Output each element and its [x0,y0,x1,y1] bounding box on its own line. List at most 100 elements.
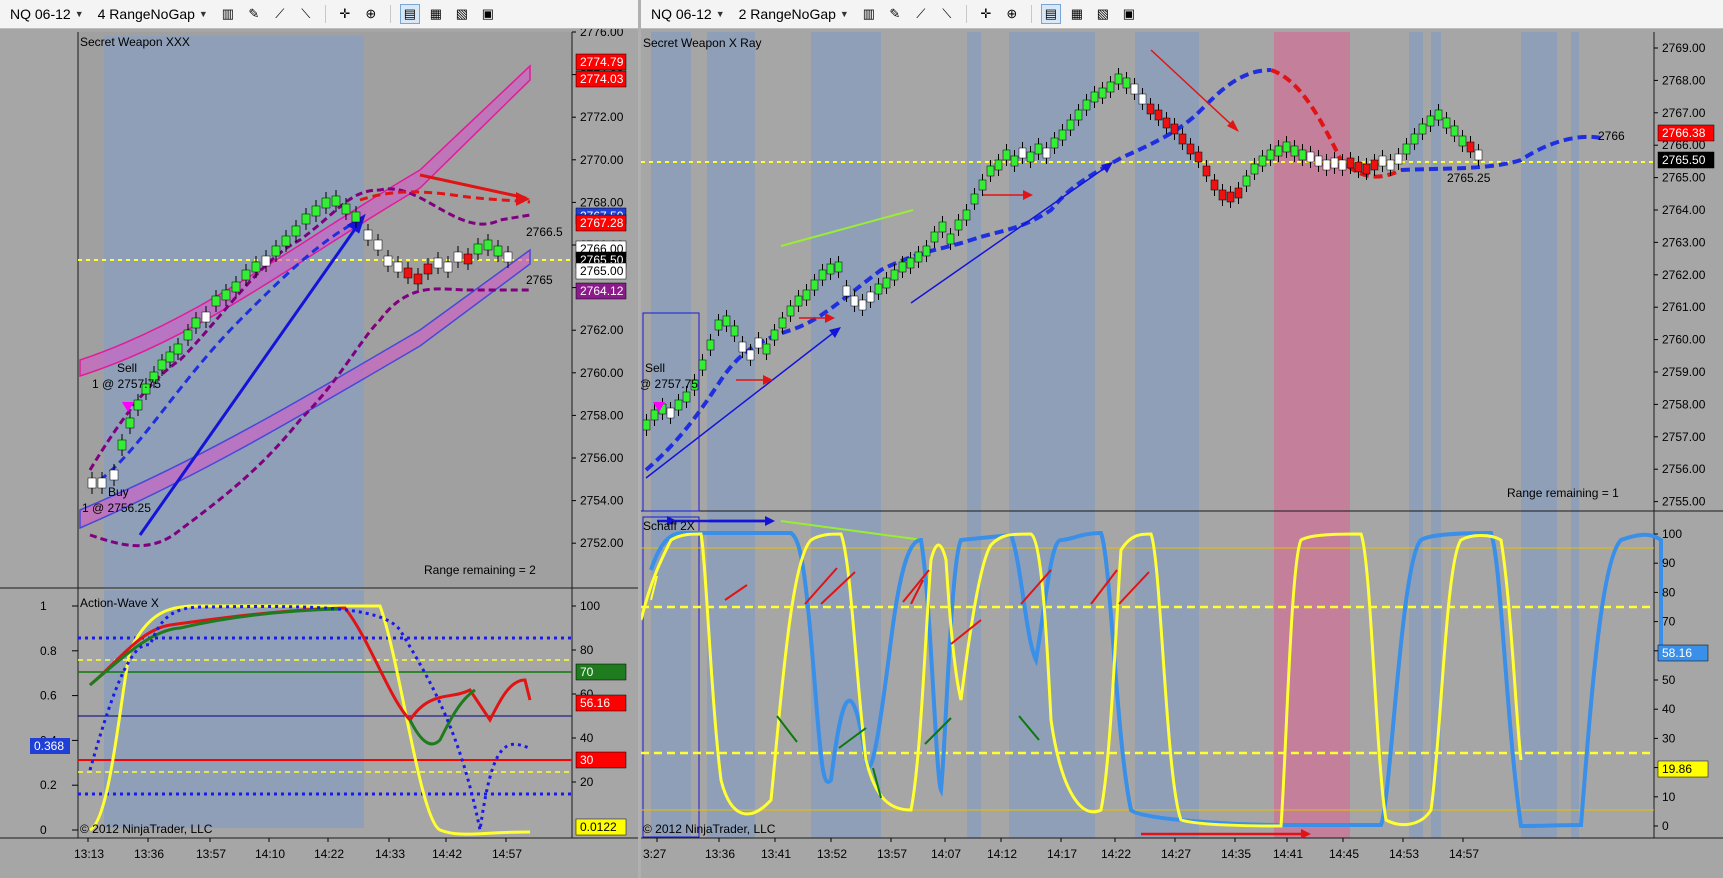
trend-tool-icon[interactable]: ⟋ [911,4,931,24]
candle [291,225,301,237]
price-tick-label: 2754.00 [580,494,624,508]
instrument-selector[interactable]: NQ 06-12 ▼ [6,4,88,24]
candle [874,283,883,295]
strategies-icon[interactable]: ▧ [1093,4,1113,24]
candle [1474,149,1483,161]
price-marker: 70 [580,665,594,679]
instrument-selector[interactable]: NQ 06-12 ▼ [647,4,729,24]
remove-drawing-icon[interactable]: ⟍ [296,4,316,24]
bar-type-icon[interactable]: ▥ [218,4,238,24]
time-label: 14:41 [1273,847,1303,861]
time-label: 14:22 [314,847,344,861]
candle [1306,151,1315,163]
candle [706,339,715,351]
crosshair-icon[interactable]: ✛ [335,4,355,24]
candle [1458,135,1467,147]
properties-icon[interactable]: ▣ [1119,4,1139,24]
candle [826,263,835,275]
indicator-tick-label: 70 [1662,615,1676,629]
time-label: 14:27 [1161,847,1191,861]
chart-canvas-right[interactable]: 2766 2765.25 Sell @ 2757.75 Secret Weapo… [641,29,1723,878]
chart-canvas-left[interactable]: Sell 1 @ 2757.75 Buy 1 @ 2756.25 2766.5 … [0,29,638,878]
time-label: 14:33 [375,847,405,861]
price-tick-label: 2770.00 [580,153,624,167]
indicators-icon[interactable]: ▦ [1067,4,1087,24]
chart-trader-icon[interactable]: ▤ [1040,4,1061,24]
time-label: 14:57 [1449,847,1479,861]
candle [453,251,463,263]
price-tick-label: 2761.00 [1662,300,1706,314]
time-label: 14:12 [987,847,1017,861]
candle [1186,143,1195,155]
toolbar-divider [389,5,391,23]
candle [1234,187,1243,199]
price-axis[interactable]: 2769.002768.002767.002766.002765.002764.… [1654,41,1706,509]
period-selector[interactable]: 2 RangeNoGap ▼ [735,4,853,24]
candle [1226,191,1235,203]
remove-drawing-icon[interactable]: ⟍ [937,4,957,24]
candle [1426,115,1435,127]
range-remaining: Range remaining = 1 [1507,486,1619,500]
drawing-pencil-icon[interactable]: ✎ [885,4,905,24]
candle [125,417,135,429]
last-bar-high: 2766 [1598,129,1625,143]
period-label: 2 RangeNoGap [738,6,836,22]
price-marker: 2765.00 [580,264,624,278]
time-label: 13:13 [74,847,104,861]
sell-order-detail: @ 2757.75 [641,377,698,391]
candle [1210,179,1219,191]
candle [261,255,271,267]
candle [301,213,311,225]
time-label: 14:22 [1101,847,1131,861]
candle [1450,125,1459,137]
candle [666,407,675,419]
candle [786,305,795,317]
properties-icon[interactable]: ▣ [478,4,498,24]
candle [183,329,193,341]
candle [794,295,803,307]
candle [1266,149,1275,161]
candle [403,267,413,279]
time-label: 13:36 [705,847,735,861]
candle [1170,123,1179,135]
bar-type-icon[interactable]: ▥ [859,4,879,24]
zoom-icon[interactable]: ⊕ [361,4,381,24]
crosshair-icon[interactable]: ✛ [976,4,996,24]
candle [173,343,183,355]
candle [834,261,843,273]
candle [818,269,827,281]
candle [503,251,513,263]
candle [341,203,351,215]
price-panel-title: Secret Weapon XXX [80,35,190,49]
candle [1154,109,1163,121]
time-label: 14:42 [432,847,462,861]
candle [109,469,119,481]
strategies-icon[interactable]: ▧ [452,4,472,24]
chart-trader-icon[interactable]: ▤ [399,4,420,24]
time-label: 13:36 [134,847,164,861]
drawing-pencil-icon[interactable]: ✎ [244,4,264,24]
zoom-icon[interactable]: ⊕ [1002,4,1022,24]
indicator-tick-label: 50 [1662,673,1676,687]
period-selector[interactable]: 4 RangeNoGap ▼ [94,4,212,24]
price-tick-label: 2762.00 [1662,268,1706,282]
instrument-label: NQ 06-12 [651,6,712,22]
price-tick-label: 2767.00 [1662,106,1706,120]
indicator-tick-label: 10 [1662,790,1676,804]
candle [281,235,291,247]
indicators-icon[interactable]: ▦ [426,4,446,24]
candle [1362,163,1371,175]
candle [914,251,923,263]
candle [1274,145,1283,157]
indicator-panel-title: Action-Wave X [80,596,159,610]
candle [1106,81,1115,93]
price-tick-label: 2756.00 [580,451,624,465]
sell-order-label: Sell [645,361,665,375]
trend-tool-icon[interactable]: ⟋ [270,4,290,24]
candle [850,295,859,307]
candle [1434,109,1443,121]
candle [87,477,97,489]
candle [1018,147,1027,159]
price-marker: 2767.28 [580,216,624,230]
candle [1138,93,1147,105]
